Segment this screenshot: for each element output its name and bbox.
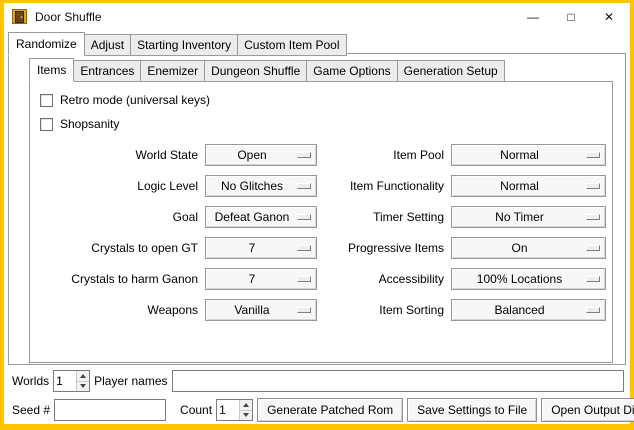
menu-indicator-icon xyxy=(586,183,600,189)
count-input[interactable] xyxy=(217,400,239,420)
generate-patched-rom-button[interactable]: Generate Patched Rom xyxy=(257,398,403,422)
open-output-directory-button[interactable]: Open Output Directory xyxy=(541,398,634,422)
tab-items[interactable]: Items xyxy=(29,58,74,82)
spin-down-icon[interactable] xyxy=(77,381,89,392)
tab-generation-setup[interactable]: Generation Setup xyxy=(397,60,505,82)
outer-tab-bar: Randomize Adjust Starting Inventory Cust… xyxy=(4,30,630,56)
tab-randomize[interactable]: Randomize xyxy=(8,32,85,56)
close-button-icon[interactable]: ✕ xyxy=(590,3,628,30)
spinner-arrows xyxy=(239,400,252,420)
weapons-label: Weapons xyxy=(38,303,198,317)
logic-level-dropdown[interactable]: No Glitches xyxy=(205,175,317,197)
tab-enemizer[interactable]: Enemizer xyxy=(140,60,205,82)
item-sorting-label: Item Sorting xyxy=(324,303,444,317)
checkbox-box-icon xyxy=(40,94,53,107)
retro-mode-label: Retro mode (universal keys) xyxy=(60,93,210,107)
randomize-pane: Items Entrances Enemizer Dungeon Shuffle… xyxy=(8,53,626,365)
tab-game-options[interactable]: Game Options xyxy=(306,60,397,82)
menu-indicator-icon xyxy=(297,307,311,313)
timer-setting-dropdown[interactable]: No Timer xyxy=(451,206,606,228)
tab-dungeon-shuffle[interactable]: Dungeon Shuffle xyxy=(204,60,307,82)
window-frame: Door Shuffle — □ ✕ Randomize Adjust Star… xyxy=(0,0,634,430)
menu-indicator-icon xyxy=(586,245,600,251)
item-pool-label: Item Pool xyxy=(324,148,444,162)
world-state-dropdown[interactable]: Open xyxy=(205,144,317,166)
spin-up-icon[interactable] xyxy=(77,371,89,381)
worlds-label: Worlds xyxy=(8,374,53,388)
maximize-button-icon[interactable]: □ xyxy=(552,3,590,30)
progressive-items-dropdown[interactable]: On xyxy=(451,237,606,259)
bottom-bar: Worlds Player names Seed # Count xyxy=(8,369,626,422)
tab-custom-item-pool[interactable]: Custom Item Pool xyxy=(237,34,346,56)
tab-adjust[interactable]: Adjust xyxy=(84,34,131,56)
spinner-arrows xyxy=(76,371,89,391)
menu-indicator-icon xyxy=(297,276,311,282)
checkbox-box-icon xyxy=(40,118,53,131)
progressive-items-label: Progressive Items xyxy=(324,241,444,255)
items-pane: Retro mode (universal keys) Shopsanity W… xyxy=(29,81,613,363)
count-spinbox[interactable] xyxy=(216,399,253,421)
player-names-label: Player names xyxy=(90,374,171,388)
item-sorting-dropdown[interactable]: Balanced xyxy=(451,299,606,321)
menu-indicator-icon xyxy=(297,183,311,189)
accessibility-dropdown[interactable]: 100% Locations xyxy=(451,268,606,290)
tab-entrances[interactable]: Entrances xyxy=(73,60,141,82)
shopsanity-checkbox[interactable]: Shopsanity xyxy=(40,112,606,136)
timer-setting-label: Timer Setting xyxy=(324,210,444,224)
weapons-dropdown[interactable]: Vanilla xyxy=(205,299,317,321)
titlebar[interactable]: Door Shuffle — □ ✕ xyxy=(4,3,630,30)
logic-level-label: Logic Level xyxy=(38,179,198,193)
client-area: Randomize Adjust Starting Inventory Cust… xyxy=(4,30,630,424)
crystals-open-gt-label: Crystals to open GT xyxy=(38,241,198,255)
accessibility-label: Accessibility xyxy=(324,272,444,286)
inner-tab-bar: Items Entrances Enemizer Dungeon Shuffle… xyxy=(9,54,625,82)
crystals-open-gt-dropdown[interactable]: 7 xyxy=(205,237,317,259)
player-names-input[interactable] xyxy=(172,370,625,392)
save-settings-button[interactable]: Save Settings to File xyxy=(407,398,537,422)
retro-mode-checkbox[interactable]: Retro mode (universal keys) xyxy=(40,88,606,112)
crystals-harm-ganon-dropdown[interactable]: 7 xyxy=(205,268,317,290)
worlds-spinbox[interactable] xyxy=(53,370,90,392)
count-label: Count xyxy=(166,403,216,417)
menu-indicator-icon xyxy=(586,276,600,282)
menu-indicator-icon xyxy=(297,214,311,220)
seed-input[interactable] xyxy=(54,399,166,421)
minimize-button-icon[interactable]: — xyxy=(514,3,552,30)
spin-up-icon[interactable] xyxy=(240,400,252,410)
multiworld-row: Worlds Player names xyxy=(8,369,626,393)
worlds-input[interactable] xyxy=(54,371,76,391)
world-state-label: World State xyxy=(38,148,198,162)
app-icon xyxy=(12,9,27,24)
item-functionality-dropdown[interactable]: Normal xyxy=(451,175,606,197)
menu-indicator-icon xyxy=(586,307,600,313)
menu-indicator-icon xyxy=(297,245,311,251)
shopsanity-label: Shopsanity xyxy=(60,117,119,131)
menu-indicator-icon xyxy=(586,214,600,220)
spin-down-icon[interactable] xyxy=(240,410,252,421)
menu-indicator-icon xyxy=(586,152,600,158)
goal-label: Goal xyxy=(38,210,198,224)
item-functionality-label: Item Functionality xyxy=(324,179,444,193)
seed-label: Seed # xyxy=(8,403,54,417)
crystals-harm-ganon-label: Crystals to harm Ganon xyxy=(38,272,198,286)
menu-indicator-icon xyxy=(297,152,311,158)
goal-dropdown[interactable]: Defeat Ganon xyxy=(205,206,317,228)
window-controls: — □ ✕ xyxy=(514,3,630,30)
seed-row: Seed # Count Generate Patched Rom Save S… xyxy=(8,398,626,422)
window-title: Door Shuffle xyxy=(35,10,102,24)
item-pool-dropdown[interactable]: Normal xyxy=(451,144,606,166)
options-grid: World State Open Item Pool Normal Logic … xyxy=(38,144,606,321)
tab-starting-inventory[interactable]: Starting Inventory xyxy=(130,34,238,56)
